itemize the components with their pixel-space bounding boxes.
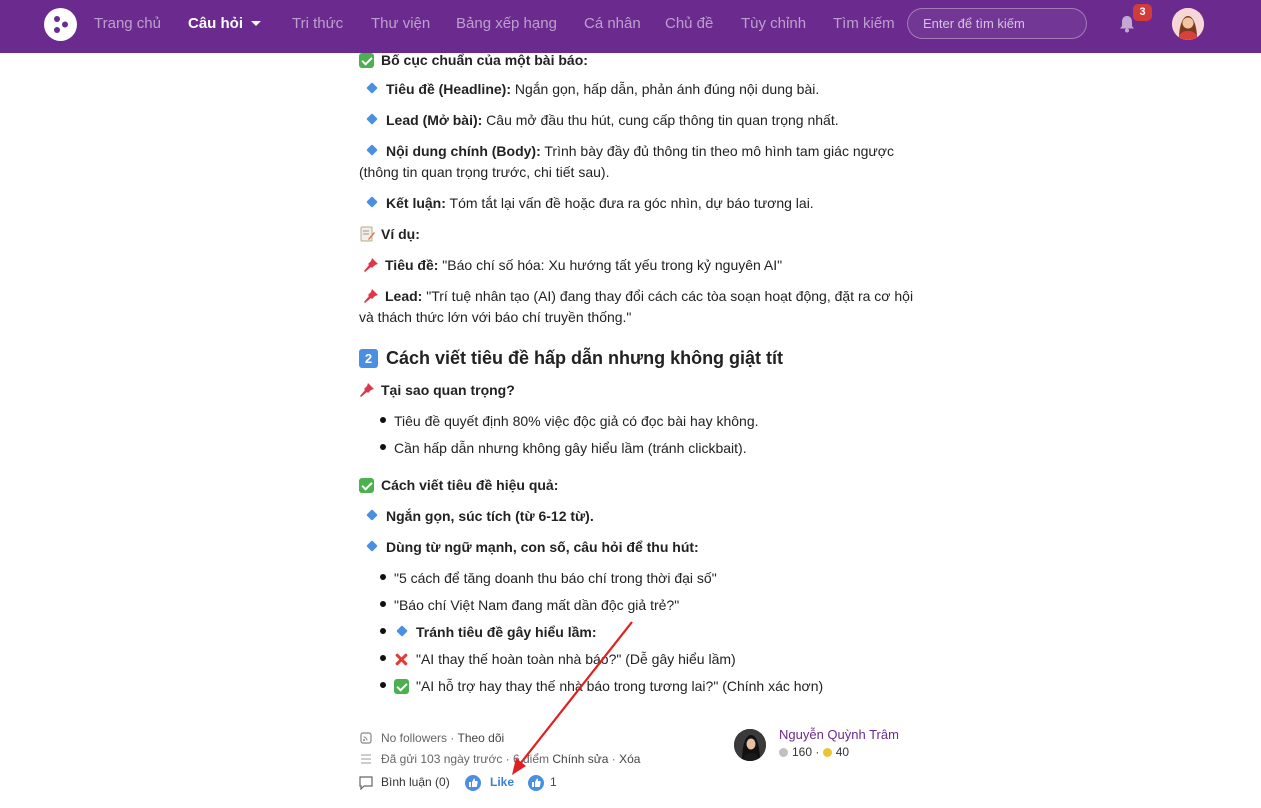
list-item: "AI thay thế hoàn toàn nhà báo?" (Dễ gây… — [359, 649, 736, 670]
top-navbar: Trang chủ Câu hỏi Tri thức Thư viện Bảng… — [0, 0, 1261, 53]
list-item: Tiêu đề quyết định 80% việc độc giả có đ… — [359, 411, 759, 432]
list-item: Cần hấp dẫn nhưng không gây hiểu lầm (tr… — [359, 438, 747, 459]
rss-icon — [360, 732, 372, 744]
why-heading: Tại sao quan trọng? — [359, 380, 515, 401]
pushpin-icon — [364, 289, 378, 303]
nav-personal[interactable]: Cá nhân — [584, 0, 641, 48]
search-input[interactable] — [907, 8, 1087, 39]
nav-questions[interactable]: Câu hỏi — [188, 0, 261, 48]
site-logo[interactable] — [44, 8, 77, 41]
cross-mark-icon — [394, 652, 409, 667]
list-item: Ngắn gọn, súc tích (từ 6-12 từ). — [359, 506, 594, 527]
gold-badge-icon — [822, 748, 832, 757]
followers-info: No followers · Theo dõi — [381, 731, 505, 745]
silver-badge-icon — [779, 748, 788, 757]
notification-badge: 3 — [1133, 4, 1152, 21]
section-heading: 2 Cách viết tiêu đề hấp dẫn nhưng không g… — [359, 346, 783, 370]
list-item: Lead: "Trí tuệ nhân tạo (AI) đang thay đ… — [359, 288, 914, 325]
check-icon — [359, 53, 374, 68]
memo-icon — [360, 226, 375, 242]
bullet-icon — [380, 655, 386, 661]
list-item: Tiêu đề: "Báo chí số hóa: Xu hướng tất y… — [359, 255, 782, 276]
example-heading: Ví dụ: — [359, 224, 420, 245]
delete-link[interactable]: Xóa — [619, 752, 640, 766]
nav-customize[interactable]: Tùy chỉnh — [741, 0, 806, 48]
check-icon — [394, 679, 409, 694]
nav-questions-label: Câu hỏi — [188, 15, 243, 32]
bullet-icon — [380, 628, 386, 634]
author-photo-icon — [734, 729, 766, 761]
diamond-icon — [396, 625, 408, 637]
structure-heading: Bố cục chuẩn của một bài báo: — [359, 50, 588, 71]
list-item: Dùng từ ngữ mạnh, con số, câu hỏi để thu… — [359, 537, 699, 558]
nav-leaderboard[interactable]: Bảng xếp hạng — [456, 0, 557, 48]
list-item: Tiêu đề (Headline): Ngắn gọn, hấp dẫn, p… — [359, 79, 819, 100]
diamond-icon — [366, 509, 378, 521]
list-item: Tránh tiêu đề gây hiểu lầm: — [359, 622, 596, 643]
logo-dots-icon — [54, 16, 68, 33]
keycap-number-icon: 2 — [359, 349, 378, 368]
like-count: 1 — [550, 775, 557, 789]
list-item: Kết luận: Tóm tắt lại vấn đề hoặc đưa ra… — [359, 193, 814, 214]
nav-library[interactable]: Thư viện — [371, 0, 430, 48]
comment-icon[interactable] — [359, 776, 373, 790]
diamond-icon — [366, 82, 378, 94]
check-icon — [359, 478, 374, 493]
diamond-icon — [366, 144, 378, 156]
nav-knowledge[interactable]: Tri thức — [292, 0, 343, 48]
bullet-icon — [380, 601, 386, 607]
nav-topics[interactable]: Chủ đề — [665, 0, 713, 48]
nav-search[interactable]: Tìm kiếm — [833, 0, 895, 48]
chevron-down-icon — [251, 21, 261, 26]
follow-link[interactable]: Theo dõi — [457, 731, 504, 745]
list-item: Nội dung chính (Body): Trình bày đầy đủ … — [359, 143, 894, 180]
author-stats: 160 · 40 — [779, 745, 849, 759]
list-item: "AI hỗ trợ hay thay thế nhà báo trong tư… — [359, 676, 823, 697]
menu-lines-icon — [361, 754, 371, 764]
pushpin-icon — [364, 258, 378, 272]
list-item: Lead (Mở bài): Câu mở đầu thu hút, cung … — [359, 110, 839, 131]
diamond-icon — [366, 540, 378, 552]
list-item: "Báo chí Việt Nam đang mất dần độc giả t… — [359, 595, 679, 616]
like-icon[interactable] — [465, 775, 481, 791]
like-button[interactable]: Like — [490, 775, 514, 789]
user-avatar[interactable] — [1172, 8, 1204, 40]
how-heading: Cách viết tiêu đề hiệu quả: — [359, 475, 558, 496]
diamond-icon — [366, 113, 378, 125]
author-name[interactable]: Nguyễn Quỳnh Trâm — [779, 727, 899, 742]
avatar-person-icon — [1172, 8, 1204, 40]
bullet-icon — [380, 682, 386, 688]
author-avatar[interactable] — [734, 729, 766, 761]
bullet-icon — [380, 444, 386, 450]
post-meta: Đã gửi 103 ngày trước · 6 điểm Chính sửa… — [381, 752, 641, 766]
diamond-icon — [366, 196, 378, 208]
like-count-icon — [528, 775, 544, 791]
edit-link[interactable]: Chính sửa — [552, 752, 608, 766]
bullet-icon — [380, 574, 386, 580]
nav-home[interactable]: Trang chủ — [94, 0, 161, 48]
list-item: "5 cách để tăng doanh thu báo chí trong … — [359, 568, 717, 589]
bullet-icon — [380, 417, 386, 423]
comment-button[interactable]: Bình luận (0) — [381, 775, 450, 789]
pushpin-icon — [360, 383, 374, 397]
